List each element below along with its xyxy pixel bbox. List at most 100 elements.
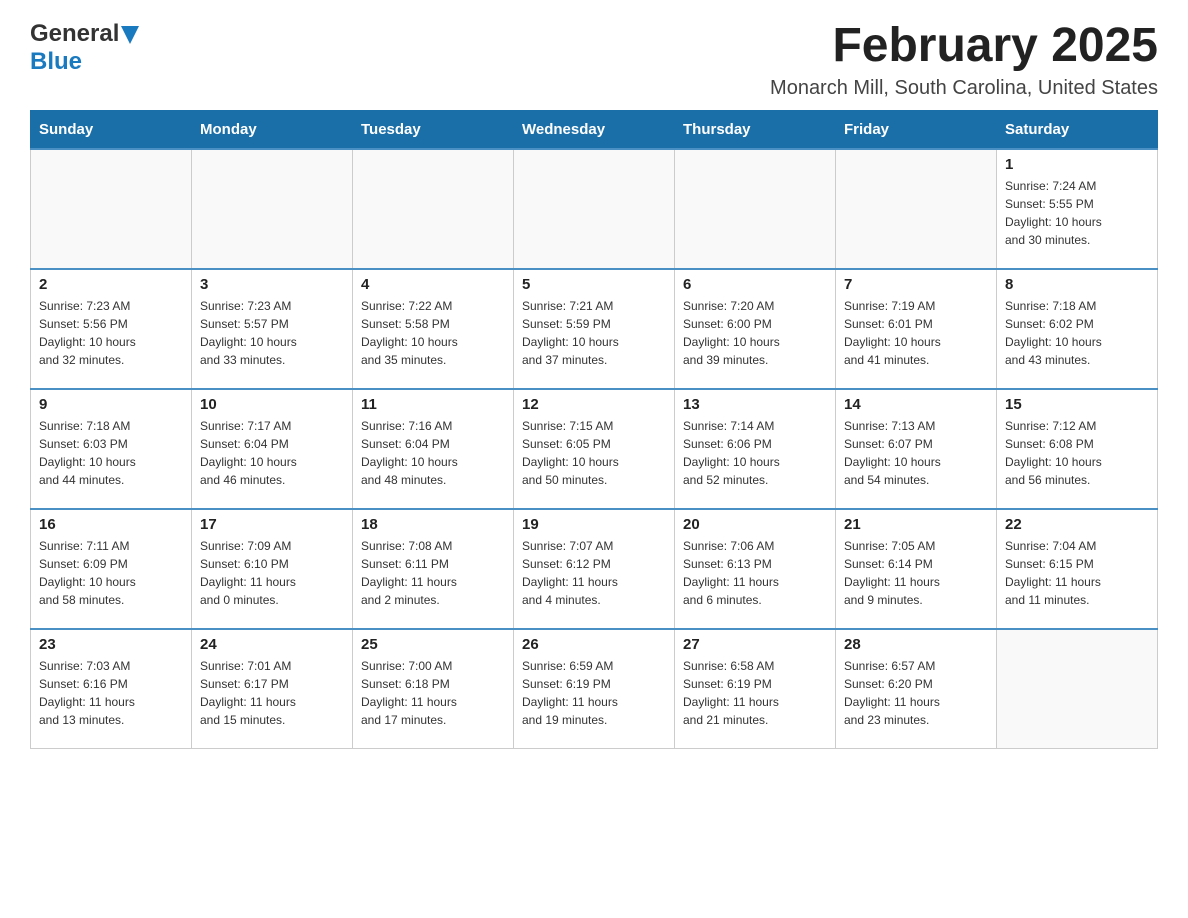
weekday-header-sunday: Sunday (31, 110, 192, 149)
calendar-cell: 7 Sunrise: 7:19 AM Sunset: 6:01 PM Daylig… (836, 269, 997, 389)
day-number: 6 (683, 276, 827, 293)
day-number: 19 (522, 516, 666, 533)
day-number: 11 (361, 396, 505, 413)
day-number: 27 (683, 636, 827, 653)
calendar-cell: 8 Sunrise: 7:18 AM Sunset: 6:02 PM Daylig… (997, 269, 1158, 389)
day-number: 1 (1005, 156, 1149, 173)
calendar-cell (836, 149, 997, 269)
day-info: Sunrise: 7:19 AM Sunset: 6:01 PM Dayligh… (844, 297, 988, 369)
day-number: 3 (200, 276, 344, 293)
logo-blue-text: Blue (30, 48, 82, 76)
weekday-header-wednesday: Wednesday (514, 110, 675, 149)
day-info: Sunrise: 7:11 AM Sunset: 6:09 PM Dayligh… (39, 537, 183, 609)
calendar-cell: 6 Sunrise: 7:20 AM Sunset: 6:00 PM Daylig… (675, 269, 836, 389)
day-number: 8 (1005, 276, 1149, 293)
day-info: Sunrise: 7:00 AM Sunset: 6:18 PM Dayligh… (361, 657, 505, 729)
calendar-cell: 25Sunrise: 7:00 AM Sunset: 6:18 PM Dayli… (353, 629, 514, 749)
day-number: 9 (39, 396, 183, 413)
day-info: Sunrise: 6:58 AM Sunset: 6:19 PM Dayligh… (683, 657, 827, 729)
calendar-cell: 12 Sunrise: 7:15 AM Sunset: 6:05 PM Dayli… (514, 389, 675, 509)
day-info: Sunrise: 7:20 AM Sunset: 6:00 PM Dayligh… (683, 297, 827, 369)
calendar-cell: 3 Sunrise: 7:23 AM Sunset: 5:57 PM Daylig… (192, 269, 353, 389)
day-info: Sunrise: 7:23 AM Sunset: 5:57 PM Dayligh… (200, 297, 344, 369)
calendar-cell: 4Sunrise: 7:22 AM Sunset: 5:58 PM Daylig… (353, 269, 514, 389)
calendar-cell: 21Sunrise: 7:05 AM Sunset: 6:14 PM Dayli… (836, 509, 997, 629)
calendar-cell (353, 149, 514, 269)
calendar-cell (31, 149, 192, 269)
day-number: 12 (522, 396, 666, 413)
calendar-cell: 26 Sunrise: 6:59 AM Sunset: 6:19 PM Dayli… (514, 629, 675, 749)
calendar-cell: 18 Sunrise: 7:08 AM Sunset: 6:11 PM Dayli… (353, 509, 514, 629)
calendar-table: SundayMondayTuesdayWednesdayThursdayFrid… (30, 110, 1158, 750)
week-row-2: 2 Sunrise: 7:23 AM Sunset: 5:56 PM Daylig… (31, 269, 1158, 389)
day-number: 22 (1005, 516, 1149, 533)
calendar-cell: 20Sunrise: 7:06 AM Sunset: 6:13 PM Dayli… (675, 509, 836, 629)
day-number: 5 (522, 276, 666, 293)
day-info: Sunrise: 7:12 AM Sunset: 6:08 PM Dayligh… (1005, 417, 1149, 489)
day-number: 28 (844, 636, 988, 653)
calendar-cell: 14 Sunrise: 7:13 AM Sunset: 6:07 PM Dayli… (836, 389, 997, 509)
calendar-cell: 22 Sunrise: 7:04 AM Sunset: 6:15 PM Dayli… (997, 509, 1158, 629)
day-number: 18 (361, 516, 505, 533)
day-info: Sunrise: 7:08 AM Sunset: 6:11 PM Dayligh… (361, 537, 505, 609)
week-row-4: 16Sunrise: 7:11 AM Sunset: 6:09 PM Dayli… (31, 509, 1158, 629)
day-info: Sunrise: 7:17 AM Sunset: 6:04 PM Dayligh… (200, 417, 344, 489)
day-info: Sunrise: 7:03 AM Sunset: 6:16 PM Dayligh… (39, 657, 183, 729)
day-number: 2 (39, 276, 183, 293)
day-info: Sunrise: 7:07 AM Sunset: 6:12 PM Dayligh… (522, 537, 666, 609)
weekday-header-friday: Friday (836, 110, 997, 149)
calendar-cell: 10 Sunrise: 7:17 AM Sunset: 6:04 PM Dayli… (192, 389, 353, 509)
day-info: Sunrise: 7:15 AM Sunset: 6:05 PM Dayligh… (522, 417, 666, 489)
weekday-header-tuesday: Tuesday (353, 110, 514, 149)
day-number: 15 (1005, 396, 1149, 413)
calendar-cell: 17Sunrise: 7:09 AM Sunset: 6:10 PM Dayli… (192, 509, 353, 629)
day-number: 13 (683, 396, 827, 413)
day-info: Sunrise: 7:21 AM Sunset: 5:59 PM Dayligh… (522, 297, 666, 369)
calendar-cell (514, 149, 675, 269)
day-number: 26 (522, 636, 666, 653)
day-info: Sunrise: 7:18 AM Sunset: 6:02 PM Dayligh… (1005, 297, 1149, 369)
calendar-cell: 1 Sunrise: 7:24 AM Sunset: 5:55 PM Daylig… (997, 149, 1158, 269)
calendar-cell: 13 Sunrise: 7:14 AM Sunset: 6:06 PM Dayli… (675, 389, 836, 509)
calendar-cell: 27 Sunrise: 6:58 AM Sunset: 6:19 PM Dayli… (675, 629, 836, 749)
day-number: 23 (39, 636, 183, 653)
calendar-cell: 23 Sunrise: 7:03 AM Sunset: 6:16 PM Dayli… (31, 629, 192, 749)
calendar-cell: 9Sunrise: 7:18 AM Sunset: 6:03 PM Daylig… (31, 389, 192, 509)
day-info: Sunrise: 7:24 AM Sunset: 5:55 PM Dayligh… (1005, 177, 1149, 249)
calendar-cell (192, 149, 353, 269)
day-number: 24 (200, 636, 344, 653)
calendar-cell: 2 Sunrise: 7:23 AM Sunset: 5:56 PM Daylig… (31, 269, 192, 389)
weekday-header-thursday: Thursday (675, 110, 836, 149)
day-number: 10 (200, 396, 344, 413)
day-info: Sunrise: 7:04 AM Sunset: 6:15 PM Dayligh… (1005, 537, 1149, 609)
calendar-cell: 5 Sunrise: 7:21 AM Sunset: 5:59 PM Daylig… (514, 269, 675, 389)
weekday-header-row: SundayMondayTuesdayWednesdayThursdayFrid… (31, 110, 1158, 149)
logo: General Blue (30, 20, 139, 76)
month-title: February 2025 (770, 20, 1158, 73)
logo-triangle-icon (121, 26, 139, 44)
calendar-cell: 16Sunrise: 7:11 AM Sunset: 6:09 PM Dayli… (31, 509, 192, 629)
calendar-cell (675, 149, 836, 269)
day-info: Sunrise: 7:01 AM Sunset: 6:17 PM Dayligh… (200, 657, 344, 729)
calendar-cell: 24 Sunrise: 7:01 AM Sunset: 6:17 PM Dayli… (192, 629, 353, 749)
calendar-cell: 15 Sunrise: 7:12 AM Sunset: 6:08 PM Dayli… (997, 389, 1158, 509)
week-row-3: 9Sunrise: 7:18 AM Sunset: 6:03 PM Daylig… (31, 389, 1158, 509)
week-row-5: 23 Sunrise: 7:03 AM Sunset: 6:16 PM Dayli… (31, 629, 1158, 749)
calendar-cell (997, 629, 1158, 749)
day-info: Sunrise: 7:23 AM Sunset: 5:56 PM Dayligh… (39, 297, 183, 369)
day-number: 7 (844, 276, 988, 293)
week-row-1: 1 Sunrise: 7:24 AM Sunset: 5:55 PM Daylig… (31, 149, 1158, 269)
calendar-cell: 28Sunrise: 6:57 AM Sunset: 6:20 PM Dayli… (836, 629, 997, 749)
day-number: 14 (844, 396, 988, 413)
logo-general-text: General (30, 20, 119, 48)
day-info: Sunrise: 7:14 AM Sunset: 6:06 PM Dayligh… (683, 417, 827, 489)
day-number: 21 (844, 516, 988, 533)
location-title: Monarch Mill, South Carolina, United Sta… (770, 77, 1158, 100)
day-info: Sunrise: 7:22 AM Sunset: 5:58 PM Dayligh… (361, 297, 505, 369)
title-area: February 2025 Monarch Mill, South Caroli… (770, 20, 1158, 100)
day-info: Sunrise: 6:59 AM Sunset: 6:19 PM Dayligh… (522, 657, 666, 729)
day-info: Sunrise: 7:06 AM Sunset: 6:13 PM Dayligh… (683, 537, 827, 609)
day-info: Sunrise: 7:16 AM Sunset: 6:04 PM Dayligh… (361, 417, 505, 489)
weekday-header-saturday: Saturday (997, 110, 1158, 149)
day-info: Sunrise: 7:13 AM Sunset: 6:07 PM Dayligh… (844, 417, 988, 489)
